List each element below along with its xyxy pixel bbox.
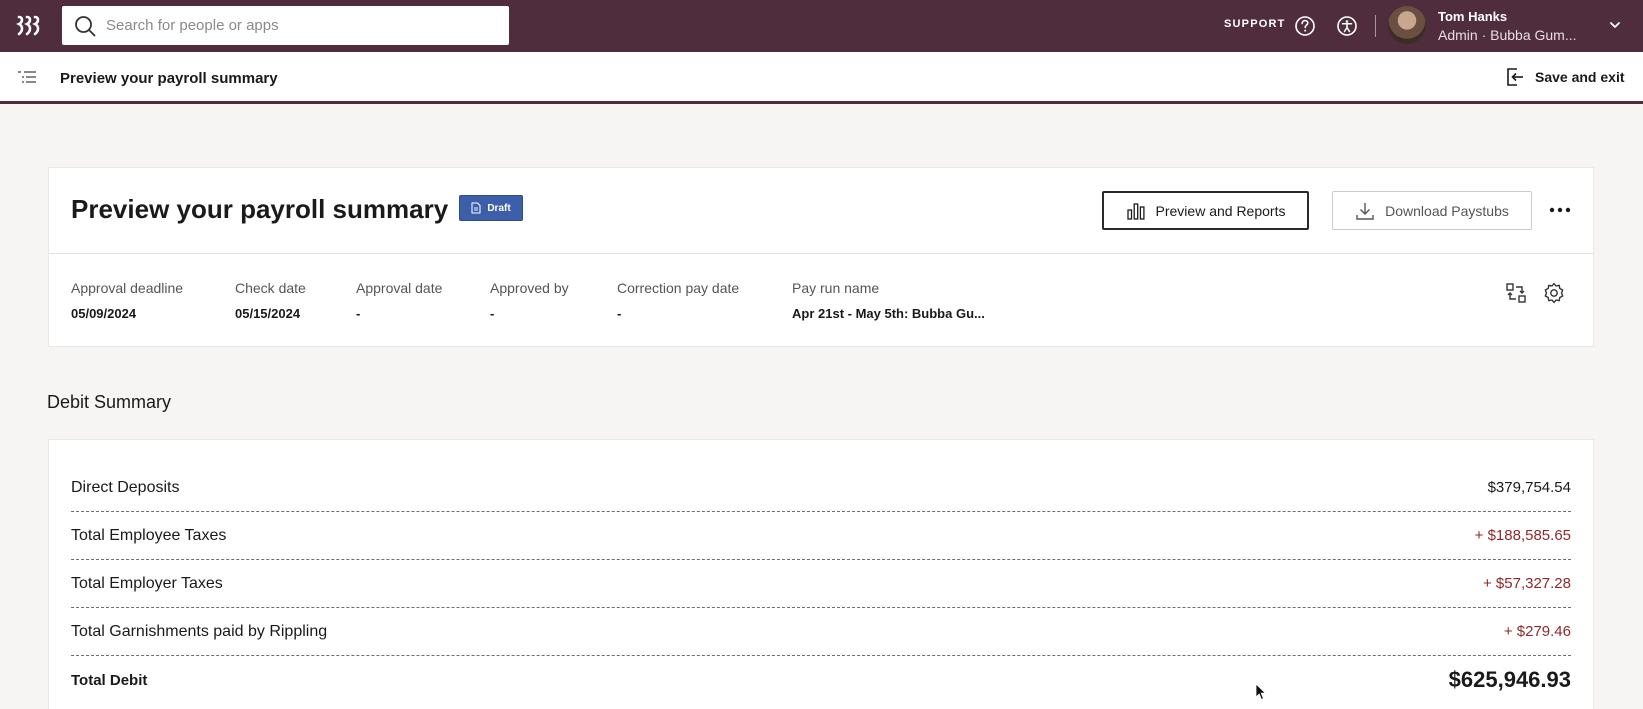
- mouse-cursor-icon: [1255, 683, 1267, 706]
- field-label: Approved by: [490, 280, 569, 296]
- preview-and-reports-label: Preview and Reports: [1155, 202, 1286, 219]
- card-divider: [49, 253, 1593, 254]
- approval-date-field: Approval date -: [356, 280, 442, 321]
- debit-row-direct-deposits: Direct Deposits $379,754.54: [71, 464, 1571, 512]
- debit-row-employer-taxes: Total Employer Taxes + $57,327.28: [71, 560, 1571, 608]
- field-label: Approval deadline: [71, 280, 184, 296]
- debit-row-label: Total Garnishments paid by Rippling: [71, 622, 328, 640]
- field-value: -: [617, 306, 622, 321]
- chevron-down-icon[interactable]: [1608, 18, 1622, 37]
- more-options-icon[interactable]: [1546, 198, 1574, 222]
- approval-deadline-field: Approval deadline 05/09/2024: [71, 280, 183, 321]
- avatar[interactable]: [1388, 6, 1426, 44]
- field-label: Correction pay date: [617, 280, 740, 296]
- preview-and-reports-button[interactable]: Preview and Reports: [1102, 191, 1309, 230]
- correction-pay-date-field: Correction pay date -: [617, 280, 739, 321]
- debit-row-label: Total Employer Taxes: [71, 574, 223, 592]
- total-debit-value: $625,946.93: [1448, 667, 1571, 692]
- debit-row-label: Total Employee Taxes: [71, 526, 227, 544]
- help-icon[interactable]: [1294, 15, 1316, 42]
- field-value: 05/09/2024: [71, 306, 137, 321]
- field-value: Apr 21st - May 5th: Bubba Gu...: [792, 306, 985, 321]
- field-value: -: [356, 306, 361, 321]
- page-title: Preview your payroll summary: [60, 70, 278, 87]
- gear-icon[interactable]: [1543, 282, 1565, 309]
- download-paystubs-button[interactable]: Download Paystubs: [1332, 191, 1532, 230]
- total-debit-label: Total Debit: [71, 671, 148, 689]
- topbar-divider: [1375, 15, 1376, 37]
- check-date-field: Check date 05/15/2024: [235, 280, 306, 321]
- field-label: Check date: [235, 280, 306, 296]
- list-menu-icon[interactable]: [17, 69, 37, 92]
- field-label: Pay run name: [792, 280, 880, 296]
- approved-by-field: Approved by -: [490, 280, 569, 321]
- status-badge: Draft: [459, 195, 523, 221]
- search-bar[interactable]: [62, 6, 509, 45]
- user-name[interactable]: Tom Hanks: [1438, 9, 1507, 24]
- summary-title: Preview your payroll summary: [71, 194, 449, 224]
- pay-run-name-field: Pay run name Apr 21st - May 5th: Bubba G…: [792, 280, 985, 321]
- debit-row-value: + $57,327.28: [1482, 575, 1571, 592]
- page-header: Preview your payroll summary Save and ex…: [0, 52, 1643, 104]
- debit-row-total: Total Debit $625,946.93: [71, 656, 1571, 704]
- search-input[interactable]: [106, 17, 486, 34]
- rippling-logo-icon[interactable]: [16, 14, 42, 38]
- save-and-exit-label: Save and exit: [1535, 69, 1625, 85]
- bar-chart-icon: [1126, 202, 1145, 220]
- support-link[interactable]: SUPPORT: [1224, 18, 1286, 30]
- debit-row-value: + $279.46: [1503, 623, 1571, 640]
- exit-icon: [1507, 68, 1523, 86]
- save-and-exit-button[interactable]: Save and exit: [1505, 66, 1625, 88]
- debit-row-label: Direct Deposits: [71, 478, 180, 496]
- debit-row-value: $379,754.54: [1487, 479, 1571, 496]
- debit-row-employee-taxes: Total Employee Taxes + $188,585.65: [71, 512, 1571, 560]
- document-icon: [471, 202, 481, 214]
- field-value: 05/15/2024: [235, 306, 301, 321]
- field-value: -: [490, 306, 495, 321]
- download-icon: [1356, 202, 1374, 220]
- payroll-summary-card: Preview your payroll summary Draft Previ…: [48, 167, 1594, 347]
- debit-row-garnishments: Total Garnishments paid by Rippling + $2…: [71, 608, 1571, 656]
- debit-summary-heading: Debit Summary: [47, 392, 172, 412]
- accessibility-icon[interactable]: [1336, 15, 1358, 42]
- compare-icon[interactable]: [1505, 282, 1527, 309]
- top-navigation-bar: SUPPORT Tom Hanks Admin · Bubba Gum...: [0, 0, 1643, 52]
- debit-row-value: + $188,585.65: [1474, 527, 1571, 544]
- download-paystubs-label: Download Paystubs: [1385, 202, 1509, 219]
- field-label: Approval date: [356, 280, 443, 296]
- debit-summary-card: Direct Deposits $379,754.54 Total Employ…: [48, 439, 1594, 709]
- status-badge-label: Draft: [487, 202, 511, 214]
- search-icon: [75, 15, 96, 36]
- user-role[interactable]: Admin · Bubba Gum...: [1438, 27, 1577, 43]
